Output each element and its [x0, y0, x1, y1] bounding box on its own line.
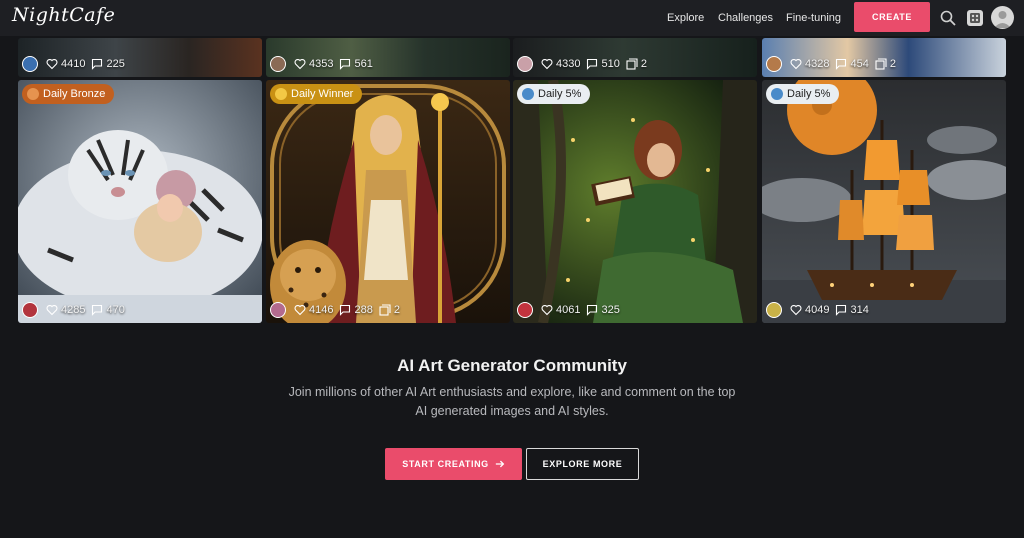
heart-icon[interactable] — [790, 304, 802, 316]
search-icon[interactable] — [940, 10, 956, 26]
comment-icon[interactable] — [835, 304, 847, 316]
artwork-image — [513, 80, 757, 323]
badge-label: Daily 5% — [787, 88, 831, 100]
images-icon[interactable] — [626, 58, 638, 70]
artwork-image — [266, 80, 510, 323]
trophy-icon — [275, 88, 287, 100]
user-avatar[interactable] — [991, 6, 1014, 29]
nightcafe-logo[interactable]: NightCafe — [12, 4, 115, 26]
award-badge: Daily Winner — [270, 84, 363, 104]
award-badge: Daily Bronze — [22, 84, 115, 104]
award-badge: Daily 5% — [766, 84, 840, 104]
nav-fine-tuning[interactable]: Fine-tuning — [786, 0, 841, 36]
card-stats: 4146 288 2 — [270, 301, 400, 319]
card-stats: 4330 510 2 — [517, 55, 647, 73]
creator-avatar[interactable] — [22, 302, 38, 318]
like-count: 4410 — [61, 58, 86, 70]
comment-count: 314 — [850, 304, 869, 316]
comment-count: 325 — [601, 304, 620, 316]
badge-label: Daily 5% — [538, 88, 582, 100]
comment-count: 470 — [106, 304, 125, 316]
heart-icon[interactable] — [294, 58, 306, 70]
heart-icon[interactable] — [294, 304, 306, 316]
award-badge: Daily 5% — [517, 84, 591, 104]
gallery-card[interactable]: 4328 454 2 — [762, 38, 1006, 77]
bronze-medal-icon — [27, 88, 39, 100]
badge-label: Daily Bronze — [43, 88, 106, 100]
gallery-card[interactable]: Daily Bronze 4285 470 — [18, 80, 262, 323]
comment-icon[interactable] — [835, 58, 847, 70]
comment-count: 510 — [601, 58, 620, 70]
comment-icon[interactable] — [586, 58, 598, 70]
like-count: 4049 — [805, 304, 830, 316]
gallery-card[interactable]: Daily 5% 4061 325 — [513, 80, 757, 323]
top-navbar: NightCafe Explore Challenges Fine-tuning… — [0, 0, 1024, 36]
creator-avatar[interactable] — [517, 56, 533, 72]
create-button[interactable]: CREATE — [854, 2, 930, 32]
community-description: Join millions of other AI Art enthusiast… — [288, 385, 736, 418]
card-stats: 4410 225 — [22, 55, 125, 73]
artwork-image — [18, 80, 262, 323]
creator-avatar[interactable] — [270, 302, 286, 318]
image-count: 2 — [889, 58, 896, 70]
creator-avatar[interactable] — [517, 302, 533, 318]
images-icon[interactable] — [875, 58, 887, 70]
card-stats: 4285 470 — [22, 301, 125, 319]
image-count: 2 — [393, 304, 400, 316]
heart-icon[interactable] — [541, 58, 553, 70]
like-count: 4353 — [309, 58, 334, 70]
heart-icon[interactable] — [46, 304, 58, 316]
creator-avatar[interactable] — [22, 56, 38, 72]
nav-explore[interactable]: Explore — [667, 0, 704, 36]
comment-icon[interactable] — [91, 304, 103, 316]
creator-avatar[interactable] — [270, 56, 286, 72]
nav-challenges[interactable]: Challenges — [718, 0, 773, 36]
badge-label: Daily Winner — [291, 88, 354, 100]
card-stats: 4061 325 — [517, 301, 620, 319]
card-stats: 4353 561 — [270, 55, 373, 73]
comment-count: 288 — [354, 304, 373, 316]
gallery-card[interactable]: Daily Winner 4146 288 2 — [266, 80, 510, 323]
comment-count: 561 — [354, 58, 373, 70]
gallery-card[interactable]: Daily 5% 4049 314 — [762, 80, 1006, 323]
like-count: 4328 — [805, 58, 830, 70]
like-count: 4146 — [309, 304, 334, 316]
heart-icon[interactable] — [46, 58, 58, 70]
artwork-image — [762, 80, 1006, 323]
heart-icon[interactable] — [541, 304, 553, 316]
like-count: 4330 — [556, 58, 581, 70]
heart-icon[interactable] — [790, 58, 802, 70]
image-count: 2 — [640, 58, 647, 70]
comment-icon[interactable] — [339, 58, 351, 70]
start-creating-label: START CREATING — [402, 459, 489, 469]
explore-more-button[interactable]: EXPLORE MORE — [526, 448, 639, 480]
gallery-card[interactable]: 4410 225 — [18, 38, 262, 77]
arrow-right-icon — [495, 460, 505, 468]
gallery-card[interactable]: 4330 510 2 — [513, 38, 757, 77]
cup-icon — [771, 88, 783, 100]
like-count: 4285 — [61, 304, 86, 316]
card-stats: 4328 454 2 — [766, 55, 896, 73]
creator-avatar[interactable] — [766, 56, 782, 72]
images-icon[interactable] — [379, 304, 391, 316]
cup-icon — [522, 88, 534, 100]
card-stats: 4049 314 — [766, 301, 869, 319]
creator-avatar[interactable] — [766, 302, 782, 318]
comment-count: 454 — [850, 58, 869, 70]
gallery-card[interactable]: 4353 561 — [266, 38, 510, 77]
dice-icon[interactable] — [966, 9, 984, 27]
comment-icon[interactable] — [339, 304, 351, 316]
comment-count: 225 — [106, 58, 125, 70]
comment-icon[interactable] — [91, 58, 103, 70]
start-creating-button[interactable]: START CREATING — [385, 448, 522, 480]
like-count: 4061 — [556, 304, 581, 316]
comment-icon[interactable] — [586, 304, 598, 316]
community-title: AI Art Generator Community — [397, 356, 627, 375]
